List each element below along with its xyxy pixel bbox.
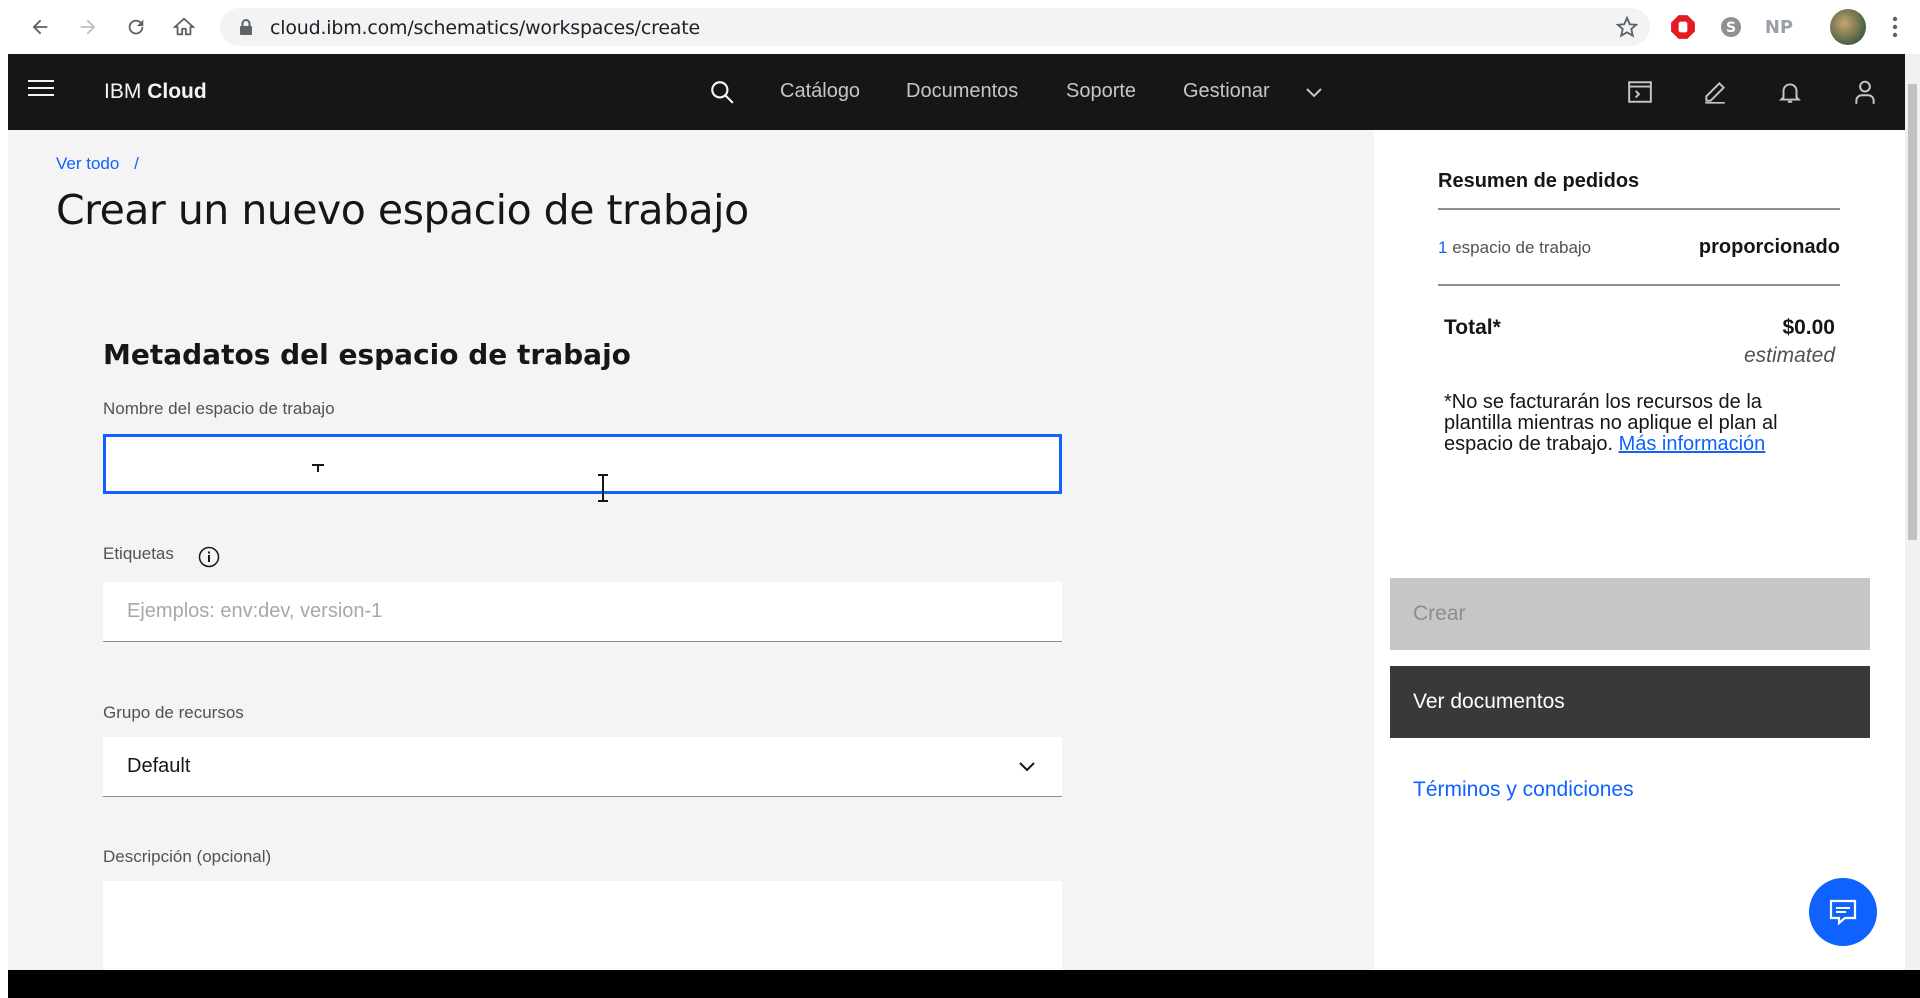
scrollbar[interactable] — [1905, 54, 1920, 970]
create-button[interactable]: Crear — [1390, 578, 1870, 650]
workspace-name-input[interactable] — [103, 434, 1062, 494]
edit-icon[interactable] — [1699, 76, 1731, 108]
address-bar[interactable]: cloud.ibm.com/schematics/workspaces/crea… — [220, 8, 1650, 46]
resource-group-select[interactable]: Default — [103, 737, 1062, 797]
scrollbar-thumb[interactable] — [1908, 84, 1917, 540]
order-summary-panel: Resumen de pedidos 1 espacio de trabajo … — [1374, 130, 1905, 970]
nav-manage[interactable]: Gestionar — [1183, 80, 1270, 103]
summary-title: Resumen de pedidos — [1438, 170, 1640, 192]
page-title: Crear un nuevo espacio de trabajo — [56, 186, 749, 234]
chat-button[interactable] — [1809, 878, 1877, 946]
section-title: Metadatos del espacio de trabajo — [103, 338, 631, 371]
resource-group-value: Default — [127, 755, 191, 777]
text-caret-stem — [317, 464, 319, 472]
text-cursor-icon — [598, 474, 608, 502]
nav-catalog[interactable]: Catálogo — [780, 80, 860, 103]
adblock-extension-icon[interactable] — [1668, 12, 1698, 42]
divider — [1438, 208, 1840, 210]
url-text: cloud.ibm.com/schematics/workspaces/crea… — [270, 17, 700, 39]
brand-logo[interactable]: IBM Cloud — [104, 80, 207, 104]
browser-menu-icon[interactable] — [1880, 12, 1910, 42]
brand-suffix: Cloud — [147, 80, 207, 103]
description-label: Descripción (opcional) — [103, 847, 272, 866]
terms-link[interactable]: Términos y condiciones — [1413, 778, 1634, 802]
reload-icon[interactable] — [120, 11, 152, 43]
summary-row-value: proporcionado — [1698, 236, 1840, 258]
breadcrumb: Ver todo / — [56, 154, 139, 174]
summary-row-text: espacio de trabajo — [1452, 238, 1592, 257]
total-value: $0.00 — [1782, 316, 1835, 339]
brand-prefix: IBM — [104, 80, 142, 103]
search-icon[interactable] — [706, 76, 738, 108]
summary-row-label: 1 espacio de trabajo — [1438, 238, 1591, 258]
info-icon[interactable] — [198, 546, 220, 568]
tags-input[interactable] — [103, 582, 1062, 642]
tags-label: Etiquetas — [103, 544, 174, 563]
nav-docs[interactable]: Documentos — [906, 80, 1018, 103]
user-profile-icon[interactable] — [1849, 76, 1881, 108]
home-icon[interactable] — [168, 11, 200, 43]
breadcrumb-separator: / — [134, 154, 139, 173]
forward-icon[interactable] — [72, 11, 104, 43]
profile-avatar[interactable] — [1830, 9, 1866, 45]
nav-support[interactable]: Soporte — [1066, 80, 1136, 103]
chevron-down-icon — [1019, 762, 1035, 772]
breadcrumb-link-view-all[interactable]: Ver todo — [56, 154, 119, 173]
ibm-cloud-header: IBM Cloud Catálogo Documentos Soporte Ge… — [8, 54, 1905, 130]
main-content: Ver todo / Crear un nuevo espacio de tra… — [8, 130, 1374, 971]
billing-note: *No se facturarán los recursos de la pla… — [1444, 392, 1834, 455]
summary-row-count: 1 — [1438, 238, 1448, 257]
svg-text:S: S — [1726, 20, 1736, 36]
estimated-label: estimated — [1743, 344, 1835, 367]
chat-icon — [1829, 899, 1857, 926]
cloud-shell-icon[interactable] — [1624, 76, 1656, 108]
bookmark-star-icon[interactable] — [1616, 16, 1638, 38]
skype-extension-icon[interactable]: S — [1716, 12, 1746, 42]
browser-toolbar: cloud.ibm.com/schematics/workspaces/crea… — [0, 0, 1920, 54]
view-docs-button[interactable]: Ver documentos — [1390, 666, 1870, 738]
description-textarea[interactable] — [103, 881, 1062, 971]
hamburger-menu-icon[interactable] — [28, 80, 58, 104]
chevron-down-icon[interactable] — [1298, 76, 1330, 108]
bottom-bar — [8, 970, 1920, 998]
total-label: Total* — [1444, 316, 1501, 339]
lock-icon — [240, 19, 252, 35]
workspace-name-label: Nombre del espacio de trabajo — [103, 399, 335, 418]
divider — [1438, 284, 1840, 286]
np-extension-icon[interactable]: NP — [1764, 12, 1794, 42]
more-info-link[interactable]: Más información — [1619, 433, 1766, 455]
back-icon[interactable] — [24, 11, 56, 43]
notification-bell-icon[interactable] — [1774, 76, 1806, 108]
resource-group-label: Grupo de recursos — [103, 703, 244, 722]
